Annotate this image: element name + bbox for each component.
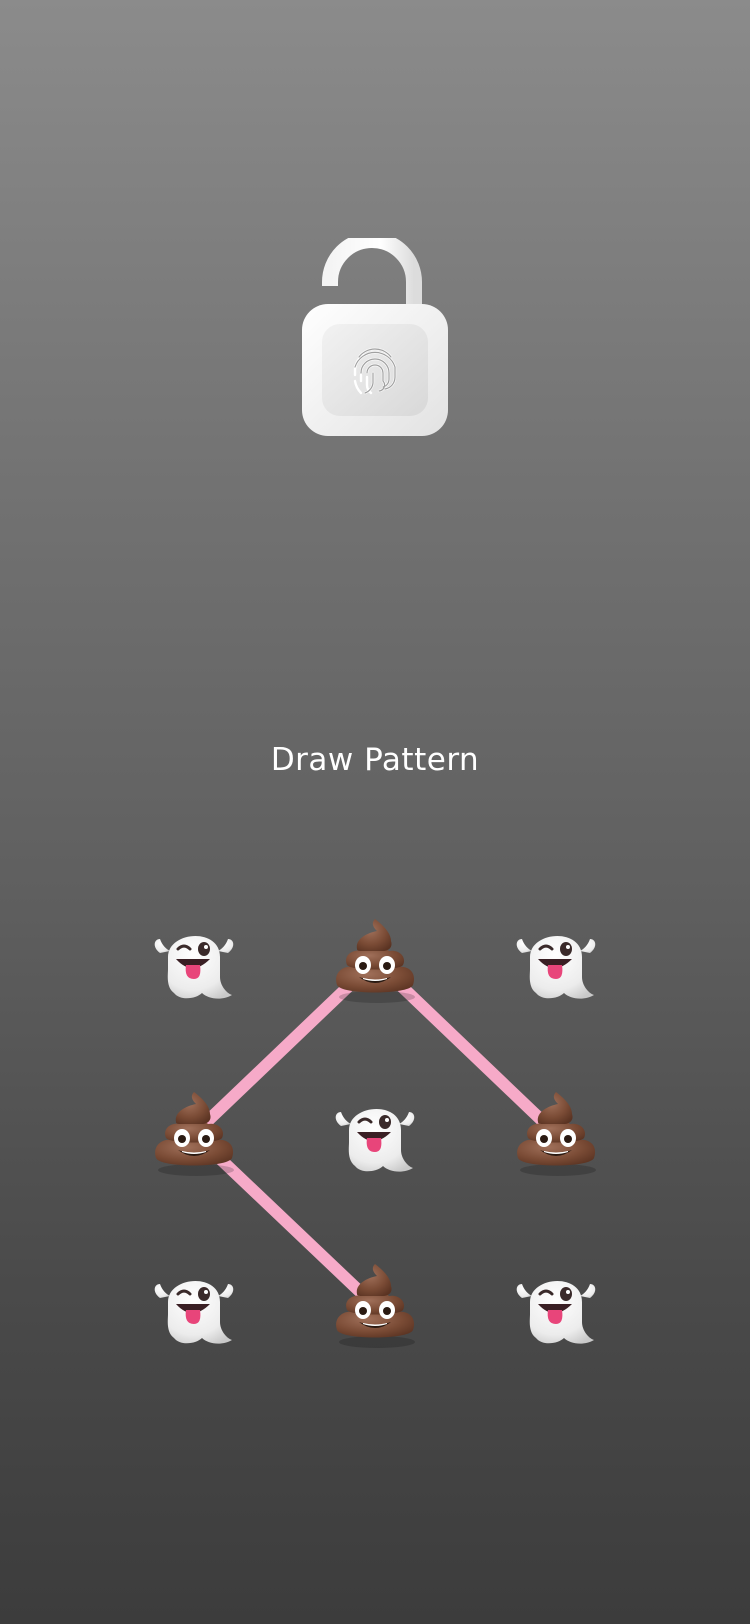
pattern-node-poop-icon[interactable]	[508, 1086, 604, 1182]
pattern-node-ghost-icon[interactable]	[146, 1258, 242, 1354]
pattern-node-ghost-icon[interactable]	[146, 913, 242, 1009]
pattern-node-poop-icon[interactable]	[327, 1258, 423, 1354]
lock-screen: Draw Pattern	[0, 0, 750, 1624]
pattern-grid[interactable]	[0, 0, 750, 1624]
pattern-node-ghost-icon[interactable]	[508, 1258, 604, 1354]
pattern-path	[188, 955, 562, 1312]
pattern-node-poop-icon[interactable]	[146, 1086, 242, 1182]
pattern-node-ghost-icon[interactable]	[508, 913, 604, 1009]
pattern-node-ghost-icon[interactable]	[327, 1086, 423, 1182]
pattern-node-poop-icon[interactable]	[327, 913, 423, 1009]
